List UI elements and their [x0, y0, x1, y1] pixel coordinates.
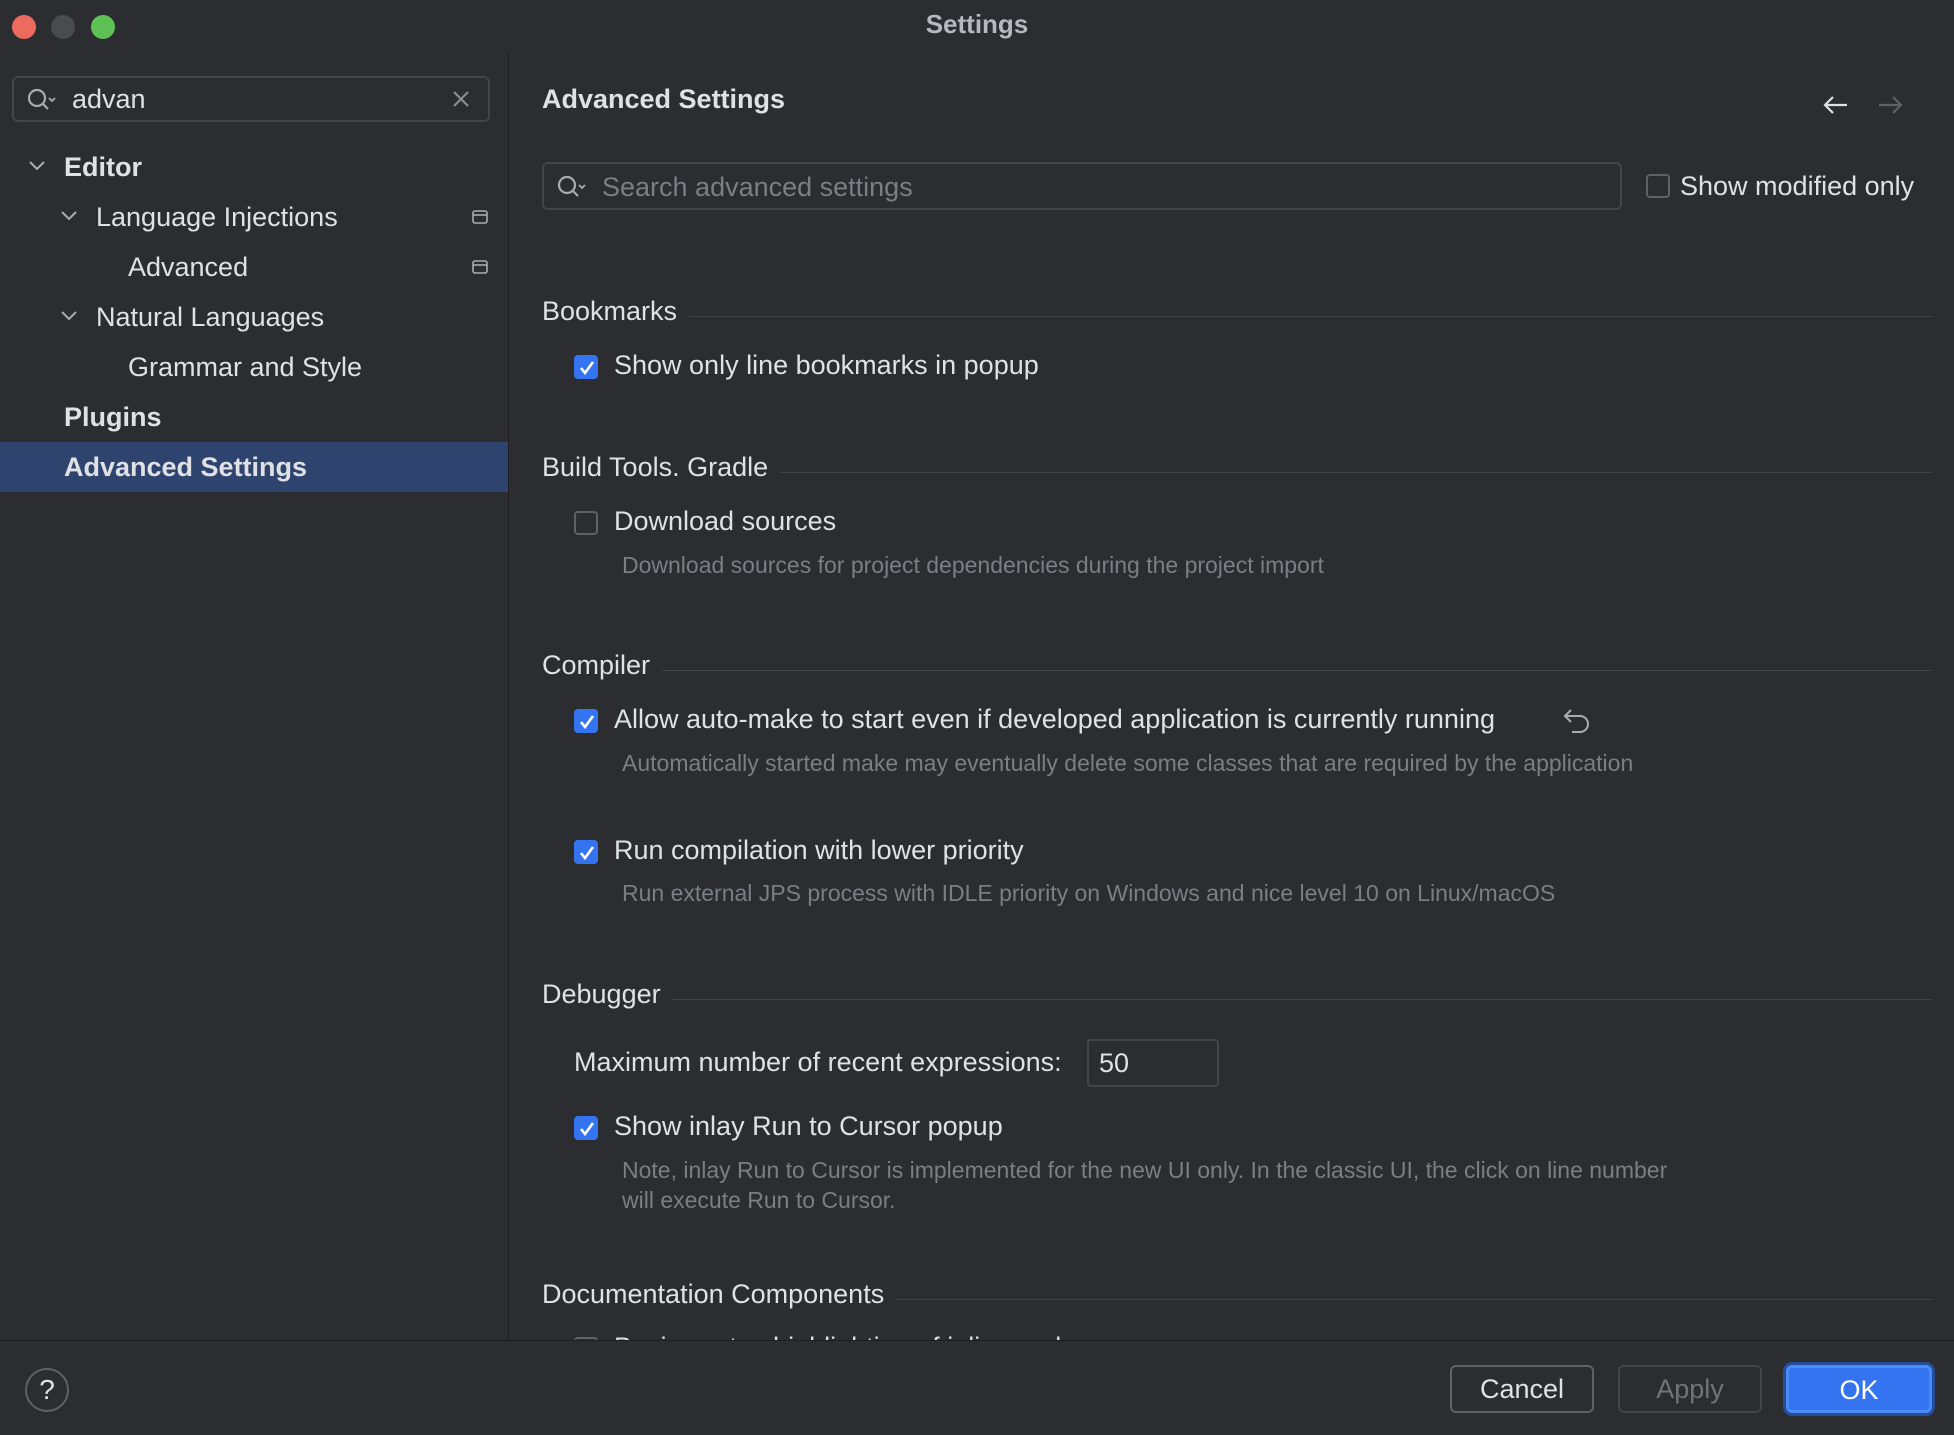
max-recent-expressions-input[interactable] [1087, 1039, 1219, 1087]
tree-item-advanced-settings[interactable]: Advanced Settings [0, 442, 508, 492]
tree-item-advanced[interactable]: Advanced [0, 242, 508, 292]
settings-search-input[interactable]: advan [12, 76, 490, 122]
ok-button[interactable]: OK [1786, 1365, 1932, 1413]
apply-button[interactable]: Apply [1618, 1365, 1762, 1413]
option-description: Download sources for project dependencie… [622, 552, 1324, 578]
settings-list[interactable]: Bookmarks Show only line bookmarks in po… [509, 232, 1954, 1340]
check-icon [579, 361, 595, 376]
reset-icon[interactable] [1562, 706, 1592, 734]
option-description: Run external JPS process with IDLE prior… [622, 880, 1556, 906]
option-label: Allow auto-make to start even if develop… [614, 704, 1495, 734]
section-divider [542, 999, 1932, 1000]
max-recent-expressions-label: Maximum number of recent expressions: [574, 1047, 1062, 1077]
page-title: Advanced Settings [542, 84, 786, 114]
tree-item-language-injections[interactable]: Language Injections [0, 192, 508, 242]
search-icon [557, 175, 586, 197]
advanced-search-input[interactable] [600, 168, 1584, 206]
search-icon [27, 88, 56, 110]
window-title: Settings [925, 9, 1029, 39]
back-arrow-icon[interactable] [1821, 94, 1851, 116]
section-build-tools-gradle: Build Tools. Gradle [542, 452, 1932, 492]
section-title: Documentation Components [542, 1279, 897, 1310]
section-title: Build Tools. Gradle [542, 452, 781, 483]
option-label: Basic syntax highlighting of inline code [614, 1332, 1076, 1340]
section-title: Debugger [542, 979, 673, 1010]
settings-search-value: advan [72, 84, 146, 114]
tree-item-grammar-and-style[interactable]: Grammar and Style [0, 342, 508, 392]
section-divider [542, 670, 1932, 671]
section-title: Bookmarks [542, 296, 690, 327]
tree-item-editor[interactable]: Editor [0, 142, 508, 192]
settings-sidebar: advan Editor Language Injections Advance… [0, 52, 509, 1340]
option-label: Download sources [614, 506, 837, 536]
tree-item-label: Editor [64, 152, 142, 182]
section-bookmarks: Bookmarks [542, 296, 1932, 336]
option-label: Show only line bookmarks in popup [614, 350, 1039, 380]
tree-item-natural-languages[interactable]: Natural Languages [0, 292, 508, 342]
dialog-footer: ? Cancel Apply OK [0, 1340, 1954, 1435]
title-bar: Settings [0, 0, 1954, 52]
tree-item-label: Natural Languages [96, 302, 325, 332]
section-compiler: Compiler [542, 650, 1932, 690]
help-button[interactable]: ? [25, 1368, 69, 1412]
option-label: Run compilation with lower priority [614, 835, 1024, 865]
chevron-down-icon[interactable] [28, 160, 46, 172]
checkbox-checked[interactable] [574, 1116, 598, 1140]
chevron-down-icon[interactable] [60, 210, 78, 222]
checkbox-checked[interactable] [574, 840, 598, 864]
section-title: Compiler [542, 650, 663, 681]
tree-item-label: Grammar and Style [128, 352, 363, 382]
checkbox-checked[interactable] [574, 709, 598, 733]
tree-item-label: Advanced [128, 252, 249, 282]
option-description: Automatically started make may eventuall… [622, 750, 1634, 776]
check-icon [579, 846, 595, 861]
tree-item-label: Language Injections [96, 202, 338, 232]
tree-item-label: Plugins [64, 402, 162, 432]
check-icon [579, 715, 595, 730]
show-modified-only-label: Show modified only [1680, 171, 1915, 201]
clear-icon[interactable] [452, 90, 470, 108]
tree-item-plugins[interactable]: Plugins [0, 392, 508, 442]
forward-arrow-icon[interactable] [1875, 94, 1905, 116]
tree-item-label: Advanced Settings [64, 452, 308, 482]
checkbox[interactable] [574, 511, 598, 535]
advanced-search-field[interactable] [542, 162, 1622, 210]
project-level-icon [472, 260, 488, 274]
section-debugger: Debugger [542, 979, 1932, 1019]
chevron-down-icon[interactable] [60, 310, 78, 322]
section-documentation-components: Documentation Components [542, 1279, 1932, 1319]
check-icon [579, 1122, 595, 1137]
section-divider [542, 316, 1932, 317]
option-label: Show inlay Run to Cursor popup [614, 1111, 1003, 1141]
checkbox[interactable] [1646, 174, 1670, 198]
cancel-button[interactable]: Cancel [1450, 1365, 1594, 1413]
option-description: Note, inlay Run to Cursor is implemented… [622, 1157, 1668, 1213]
checkbox-checked[interactable] [574, 355, 598, 379]
settings-main-panel: Advanced Settings Show modified only Boo… [509, 52, 1954, 1340]
project-level-icon [472, 210, 488, 224]
